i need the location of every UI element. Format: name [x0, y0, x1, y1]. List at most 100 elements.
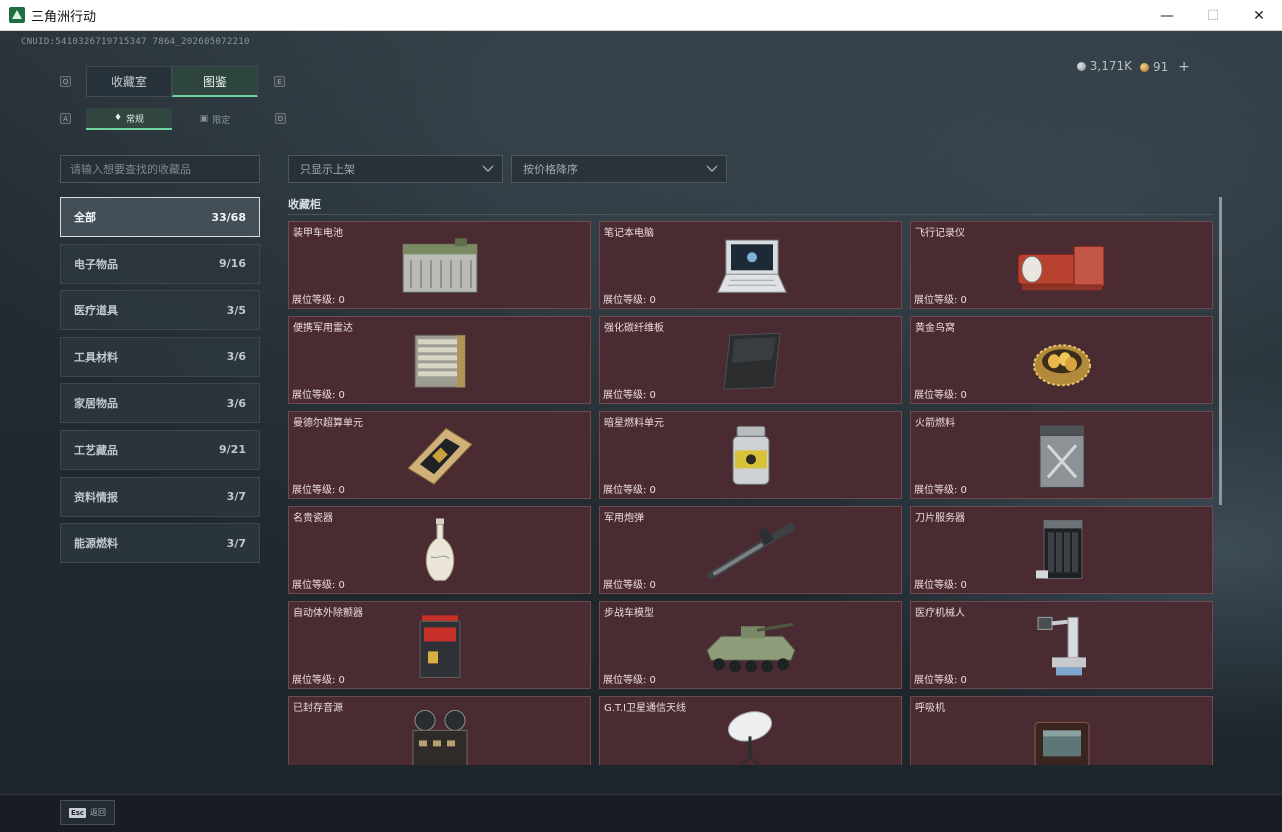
category-tools[interactable]: 工具材料 3/6 — [60, 336, 260, 377]
vase-icon — [425, 518, 454, 581]
item-name: 火箭燃料 — [915, 418, 955, 429]
item-level: 展位等级: 0 — [914, 580, 967, 591]
category-intel[interactable]: 资料情报 3/7 — [60, 476, 260, 517]
collectible-card[interactable]: 笔记本电脑 展位等级: 0 — [599, 221, 902, 309]
item-name: 暗星燃料单元 — [604, 418, 664, 429]
subtab-limited[interactable]: ▣ 限定 — [172, 108, 258, 130]
item-name: 笔记本电脑 — [604, 228, 654, 239]
window-controls: — ☐ ✕ — [1144, 0, 1282, 31]
window-titlebar: 三角洲行动 — ☐ ✕ — [0, 0, 1282, 31]
player-uid: CNUID:5410326719715347 7864_202605072210 — [21, 37, 250, 47]
tape-recorder-icon — [412, 709, 467, 765]
collectible-card[interactable]: G.T.I卫星通信天线 — [599, 696, 902, 765]
category-count: 9/16 — [219, 257, 246, 271]
window-title: 三角洲行动 — [31, 9, 97, 25]
maximize-button[interactable]: ☐ — [1190, 0, 1236, 31]
collectible-card[interactable]: 名贵瓷器 展位等级: 0 — [288, 506, 591, 594]
item-level: 展位等级: 0 — [603, 485, 656, 496]
category-label: 全部 — [74, 211, 96, 224]
collectible-card[interactable]: 军用炮弹 展位等级: 0 — [599, 506, 902, 594]
category-crafts[interactable]: 工艺藏品 9/21 — [60, 429, 260, 470]
satellite-dish-icon — [727, 711, 772, 765]
category-count: 9/21 — [219, 443, 246, 457]
collectible-card[interactable]: 暗星燃料单元 展位等级: 0 — [599, 411, 902, 499]
item-name: 强化碳纤维板 — [604, 323, 664, 334]
golden-nest-icon — [1032, 344, 1091, 387]
flame-icon: ♦ — [113, 113, 123, 123]
collectible-card[interactable]: 刀片服务器 展位等级: 0 — [910, 506, 1213, 594]
a-key-hint: A — [60, 113, 71, 124]
laptop-icon — [716, 239, 787, 293]
category-count: 3/7 — [226, 490, 246, 504]
collectible-card[interactable]: 火箭燃料 展位等级: 0 — [910, 411, 1213, 499]
shelf-filter-dropdown[interactable]: 只显示上架 — [288, 155, 503, 183]
ventilator-icon — [1034, 721, 1089, 765]
sort-dropdown[interactable]: 按价格降序 — [511, 155, 727, 183]
collectible-card[interactable]: 强化碳纤维板 展位等级: 0 — [599, 316, 902, 404]
chevron-down-icon — [482, 165, 494, 172]
bottom-bar — [0, 794, 1282, 832]
category-all[interactable]: 全部 33/68 — [60, 197, 260, 237]
item-name: 装甲车电池 — [293, 228, 343, 239]
tab-catalog[interactable]: 图鉴 — [172, 66, 258, 97]
subtab-regular[interactable]: ♦ 常规 — [86, 108, 172, 130]
category-label: 能源燃料 — [74, 537, 118, 551]
category-count: 3/6 — [226, 396, 246, 410]
sort-value: 按价格降序 — [523, 163, 578, 176]
item-name: 自动体外除颤器 — [293, 608, 363, 619]
gold-amount: 91 — [1152, 60, 1169, 74]
collectible-card[interactable]: 自动体外除颤器 展位等级: 0 — [288, 601, 591, 689]
shelf-filter-value: 只显示上架 — [300, 163, 355, 176]
item-name: 飞行记录仪 — [915, 228, 965, 239]
collectible-card[interactable]: 曼德尔超算单元 展位等级: 0 — [288, 411, 591, 499]
ifv-model-icon — [705, 622, 796, 673]
item-name: 黄金鸟窝 — [915, 323, 955, 334]
collectible-card[interactable]: 医疗机械人 展位等级: 0 — [910, 601, 1213, 689]
silver-amount: 3,171K — [1089, 59, 1132, 73]
item-name: 已封存音源 — [293, 703, 343, 714]
collectible-card[interactable]: 步战车模型 展位等级: 0 — [599, 601, 902, 689]
flight-recorder-icon — [1017, 245, 1104, 291]
search-input[interactable]: 请输入想要查找的收藏品 — [60, 155, 260, 183]
category-label: 工艺藏品 — [74, 443, 118, 457]
back-label: 返回 — [90, 808, 107, 817]
item-name: 步战车模型 — [604, 608, 654, 619]
collection-grid: 装甲车电池 展位等级: 0 笔记本电脑 展位等级: 0 飞行记录仪 展位等级: … — [288, 221, 1214, 765]
category-medical[interactable]: 医疗道具 3/5 — [60, 290, 260, 331]
category-list: 全部 33/68 电子物品 9/16 医疗道具 3/5 工具材料 3/6 家居物… — [60, 197, 260, 570]
collectible-card[interactable]: 便携军用雷达 展位等级: 0 — [288, 316, 591, 404]
collectible-card[interactable]: 黄金鸟窝 展位等级: 0 — [910, 316, 1213, 404]
item-name: 呼吸机 — [915, 703, 945, 714]
item-name: G.T.I卫星通信天线 — [604, 703, 686, 714]
scrollbar[interactable] — [1219, 197, 1222, 505]
tab-collection-room[interactable]: 收藏室 — [86, 66, 172, 97]
collectible-card[interactable]: 装甲车电池 展位等级: 0 — [288, 221, 591, 309]
item-level: 展位等级: 0 — [292, 485, 345, 496]
category-label: 工具材料 — [74, 350, 118, 364]
shell-icon — [706, 523, 795, 580]
silver-currency: 3,171K — [1076, 59, 1132, 73]
collectible-card[interactable]: 飞行记录仪 展位等级: 0 — [910, 221, 1213, 309]
add-currency-button[interactable]: + — [1178, 59, 1190, 75]
silver-coin-icon — [1076, 61, 1086, 71]
app-logo-icon — [9, 7, 25, 23]
collectible-card[interactable]: 呼吸机 — [910, 696, 1213, 765]
box-icon: ▣ — [199, 114, 209, 124]
category-household[interactable]: 家居物品 3/6 — [60, 383, 260, 424]
item-name: 军用炮弹 — [604, 513, 644, 524]
battery-icon — [402, 238, 477, 293]
close-button[interactable]: ✕ — [1236, 0, 1282, 31]
minimize-button[interactable]: — — [1144, 0, 1190, 31]
category-energy[interactable]: 能源燃料 3/7 — [60, 523, 260, 564]
gold-coin-icon — [1139, 62, 1149, 72]
collectible-card[interactable]: 已封存音源 — [288, 696, 591, 765]
back-button[interactable]: Esc 返回 — [60, 800, 115, 825]
item-name: 便携军用雷达 — [293, 323, 353, 334]
medical-robot-icon — [1037, 616, 1086, 676]
radar-icon — [414, 334, 465, 388]
item-level: 展位等级: 0 — [914, 295, 967, 306]
q-key-hint: Q — [60, 76, 71, 87]
category-electronics[interactable]: 电子物品 9/16 — [60, 243, 260, 284]
subtab-limited-label: 限定 — [212, 115, 231, 126]
category-label: 医疗道具 — [74, 304, 118, 318]
